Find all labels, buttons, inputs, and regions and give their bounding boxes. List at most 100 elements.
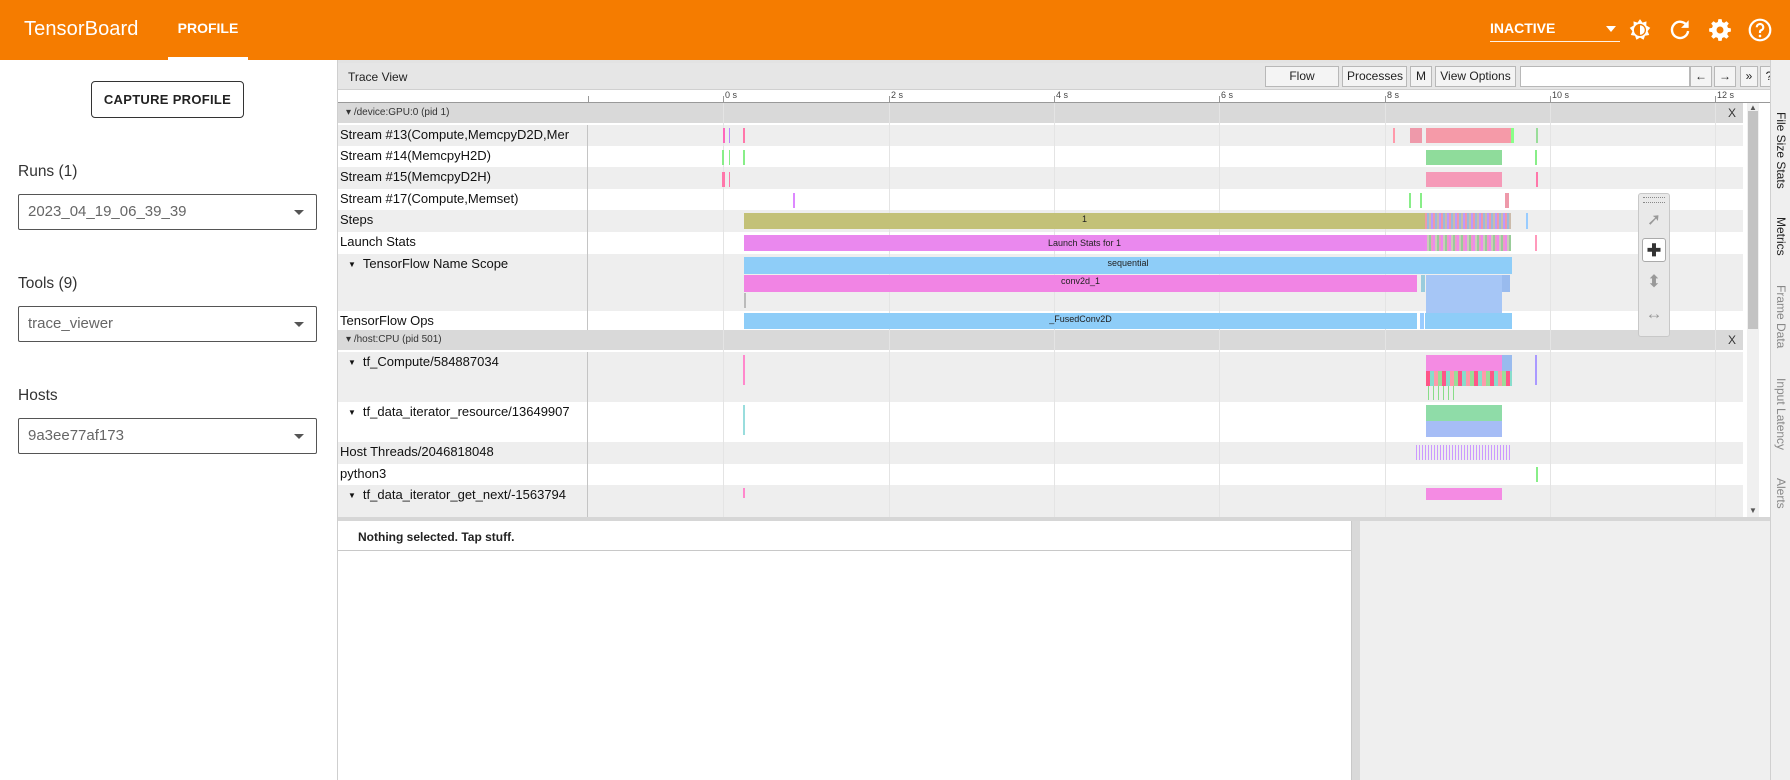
track-row: ▼ tf_data_iterator_get_next/-1563794	[338, 485, 1743, 517]
tab-frame-data[interactable]: Frame Data	[1774, 285, 1788, 348]
track-row: TensorFlow Ops	[338, 311, 1743, 330]
track-area[interactable]: ▾ /device:GPU:0 (pid 1) X Stream #13(Com…	[338, 103, 1743, 517]
cpu-process-label: /host:CPU (pid 501)	[353, 334, 442, 345]
track-label: Host Threads/2046818048	[338, 442, 588, 464]
chevron-down-icon	[1606, 26, 1616, 32]
track-label[interactable]: ▼ TensorFlow Name Scope	[338, 254, 588, 311]
ruler-tick	[588, 96, 589, 102]
track-label: Stream #15(MemcpyD2H)	[338, 167, 588, 189]
next-match-button[interactable]: →	[1714, 66, 1736, 87]
details-side-panel	[1360, 521, 1770, 780]
runs-select-value: 2023_04_19_06_39_39	[28, 203, 187, 220]
pane-splitter[interactable]	[1352, 521, 1360, 780]
tab-metrics[interactable]: Metrics	[1774, 217, 1788, 256]
selection-mode-icon[interactable]: ➚	[1642, 208, 1666, 232]
tick-label: 0 s	[725, 90, 738, 100]
track-label: Stream #14(MemcpyH2D)	[338, 146, 588, 167]
runs-label: Runs (1)	[18, 163, 78, 180]
app-root: TensorBoard PROFILE INACTIVE CAPTURE PRO…	[0, 0, 1790, 780]
track-label: TensorFlow Ops	[338, 311, 588, 330]
trace-search-input[interactable]	[1520, 66, 1690, 87]
tools-label: Tools (9)	[18, 275, 78, 292]
status-select-value: INACTIVE	[1490, 20, 1556, 36]
track-row: ▼ tf_data_iterator_resource/13649907	[338, 402, 1743, 442]
hosts-label: Hosts	[18, 387, 58, 404]
flow-events-button[interactable]: Flow events	[1265, 66, 1339, 102]
track-row: Stream #13(Compute,MemcpyD2D,Mer	[338, 125, 1743, 146]
scroll-down-icon[interactable]: ▼	[1748, 506, 1758, 515]
expand-icon[interactable]: ▼	[348, 358, 356, 367]
expand-icon[interactable]: ▼	[348, 408, 356, 417]
theme-icon[interactable]	[1627, 17, 1653, 43]
track-row: Steps	[338, 210, 1743, 232]
gpu-process-header[interactable]: ▾ /device:GPU:0 (pid 1) X	[338, 103, 1743, 123]
side-tabs: File Size Stats Metrics Frame Data Input…	[1770, 60, 1790, 780]
trace-viewer: Trace View Flow events Processes M View …	[338, 60, 1778, 517]
ruler-tick	[889, 96, 890, 102]
ruler-tick	[1054, 96, 1055, 102]
tick-label: 2 s	[891, 90, 904, 100]
time-ruler: 0 s 2 s 4 s 6 s 8 s 10 s 12 s	[338, 90, 1770, 103]
tab-file-size-stats[interactable]: File Size Stats	[1774, 112, 1788, 189]
track-label[interactable]: ▼ tf_data_iterator_resource/13649907	[338, 402, 588, 442]
chevron-down-icon	[294, 210, 304, 215]
timing-mode-icon[interactable]: ↔	[1642, 302, 1666, 326]
runs-select[interactable]: 2023_04_19_06_39_39	[18, 194, 317, 230]
mouse-mode-selector: ➚ ✚ ⬍ ↔	[1638, 193, 1670, 337]
hosts-select[interactable]: 9a3ee77af173	[18, 418, 317, 454]
capture-profile-button[interactable]: CAPTURE PROFILE	[91, 81, 244, 118]
tick-label: 12 s	[1717, 90, 1735, 100]
top-bar: TensorBoard PROFILE INACTIVE	[0, 0, 1790, 60]
scroll-up-icon[interactable]: ▲	[1748, 103, 1758, 112]
tab-alerts[interactable]: Alerts	[1774, 478, 1788, 509]
left-panel: CAPTURE PROFILE Runs (1) 2023_04_19_06_3…	[0, 60, 338, 780]
metadata-button[interactable]: M	[1410, 66, 1432, 87]
tab-input-latency[interactable]: Input Latency	[1774, 378, 1788, 450]
track-label[interactable]: ▼ tf_data_iterator_get_next/-1563794	[338, 485, 588, 517]
collapse-icon[interactable]: ▾	[346, 107, 354, 118]
close-icon[interactable]: X	[1728, 103, 1736, 123]
track-row: Stream #17(Compute,Memset)	[338, 189, 1743, 210]
track-label-text: TensorFlow Name Scope	[362, 256, 509, 271]
drag-handle[interactable]	[1643, 197, 1665, 203]
expand-icon[interactable]: ▼	[348, 260, 356, 269]
chevron-down-icon	[294, 434, 304, 439]
chevron-down-icon	[294, 322, 304, 327]
track-row: ▼ tf_Compute/584887034	[338, 352, 1743, 402]
track-row: python3	[338, 464, 1743, 485]
ruler-tick	[1550, 96, 1551, 102]
more-button[interactable]: »	[1740, 66, 1758, 87]
prev-match-button[interactable]: ←	[1690, 66, 1712, 87]
cpu-process-header[interactable]: ▾ /host:CPU (pid 501) X	[338, 330, 1743, 350]
trace-scrollbar-thumb[interactable]	[1748, 111, 1758, 329]
settings-icon[interactable]	[1707, 17, 1733, 43]
zoom-mode-icon[interactable]: ⬍	[1642, 270, 1666, 294]
expand-icon[interactable]: ▼	[348, 491, 356, 500]
tick-label: 6 s	[1221, 90, 1234, 100]
refresh-icon[interactable]	[1667, 17, 1693, 43]
track-label: Launch Stats	[338, 232, 588, 254]
pan-mode-icon[interactable]: ✚	[1642, 238, 1666, 262]
track-label: Steps	[338, 210, 588, 232]
hosts-select-value: 9a3ee77af173	[28, 427, 124, 444]
processes-button[interactable]: Processes	[1342, 66, 1407, 87]
help-icon[interactable]	[1747, 17, 1773, 43]
tick-label: 8 s	[1387, 90, 1400, 100]
close-icon[interactable]: X	[1728, 330, 1736, 350]
track-label: Stream #17(Compute,Memset)	[338, 189, 588, 210]
status-select[interactable]: INACTIVE	[1490, 16, 1620, 42]
view-options-button[interactable]: View Options	[1435, 66, 1516, 87]
track-row: Launch Stats	[338, 232, 1743, 254]
app-brand: TensorBoard	[24, 18, 139, 40]
tools-select[interactable]: trace_viewer	[18, 306, 317, 342]
tick-label: 4 s	[1056, 90, 1069, 100]
track-label: python3	[338, 464, 588, 485]
track-label-text: tf_data_iterator_get_next/-1563794	[362, 487, 567, 502]
track-row: Stream #14(MemcpyH2D)	[338, 146, 1743, 167]
tick-label: 10 s	[1552, 90, 1570, 100]
track-label[interactable]: ▼ tf_Compute/584887034	[338, 352, 588, 402]
tools-select-value: trace_viewer	[28, 315, 114, 332]
collapse-icon[interactable]: ▾	[346, 334, 354, 345]
tab-profile[interactable]: PROFILE	[168, 0, 248, 60]
trace-title: Trace View	[348, 70, 408, 84]
